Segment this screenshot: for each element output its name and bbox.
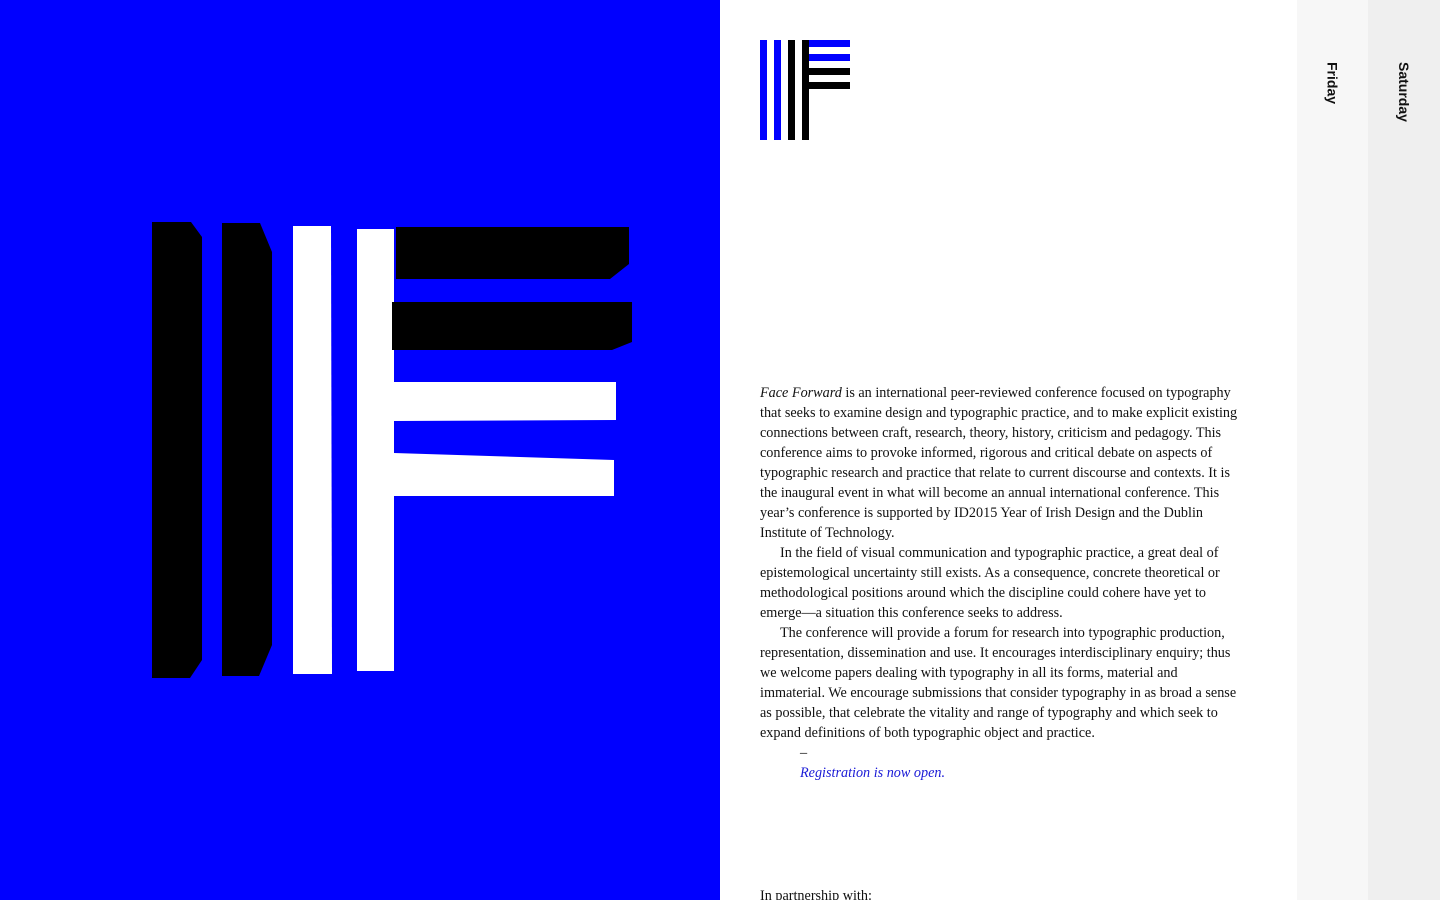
logo-arm-4	[394, 453, 614, 496]
registration-link[interactable]: Registration is now open.	[800, 765, 945, 781]
tab-saturday-label: Saturday	[1396, 62, 1412, 122]
intro-paragraph-1-text: is an international peer-reviewed confer…	[760, 385, 1238, 541]
logo-bar-3	[293, 226, 332, 674]
hero-panel	[0, 0, 720, 900]
main-content: Face Forward is an international peer-re…	[720, 0, 1297, 900]
logo-arm-3	[394, 382, 616, 421]
tab-friday[interactable]: Friday	[1297, 0, 1368, 900]
conference-intro: Face Forward is an international peer-re…	[760, 383, 1242, 783]
partnership-label: In partnership with:	[760, 888, 872, 900]
tab-saturday[interactable]: Saturday	[1368, 0, 1440, 900]
logo-arm-1	[396, 227, 629, 279]
face-forward-large-logo	[152, 222, 632, 678]
intro-paragraph-1: Face Forward is an international peer-re…	[760, 383, 1242, 543]
intro-paragraph-2: In the field of visual communication and…	[760, 545, 1220, 621]
conference-name: Face Forward	[760, 385, 842, 401]
face-forward-logo[interactable]	[760, 40, 850, 140]
registration-line: Registration is now open.	[760, 763, 1242, 783]
logo-bar-1	[152, 222, 202, 678]
logo-bar-4	[357, 229, 394, 671]
separator-dash: –	[800, 745, 808, 761]
tab-friday-label: Friday	[1324, 62, 1341, 105]
logo-arm-2	[392, 302, 632, 350]
logo-bar-2	[222, 223, 272, 676]
intro-paragraph-3: The conference will provide a forum for …	[760, 625, 1237, 741]
